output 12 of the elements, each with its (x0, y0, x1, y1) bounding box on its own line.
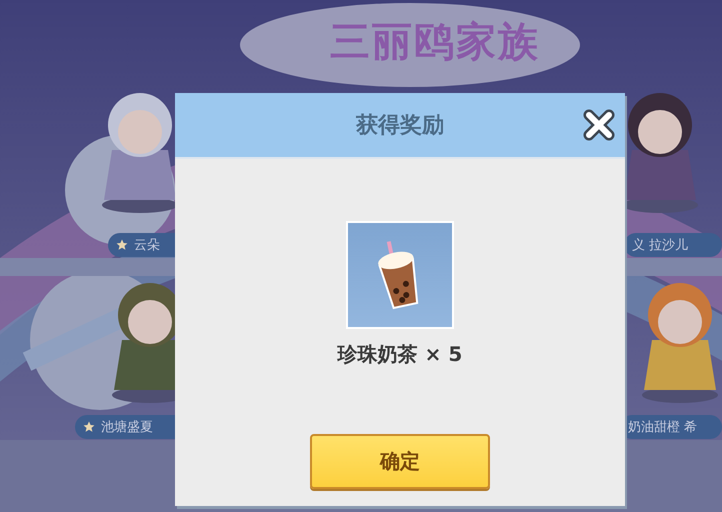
dialog-title: 获得奖励 (356, 112, 444, 140)
character-name: 奶油甜橙 希 (628, 419, 698, 436)
reward-name: 珍珠奶茶 × 5 (338, 341, 462, 368)
star-icon (116, 239, 128, 251)
character-name: 池塘盛夏 (101, 419, 153, 436)
character-name: 义 拉沙儿 (632, 237, 688, 254)
close-icon (581, 107, 617, 143)
star-icon (83, 421, 95, 433)
close-button[interactable] (581, 107, 617, 143)
character-name: 云朵 (134, 237, 160, 254)
confirm-button[interactable]: 确定 (310, 434, 490, 489)
game-logo: 三丽鸥家族 (329, 18, 541, 67)
